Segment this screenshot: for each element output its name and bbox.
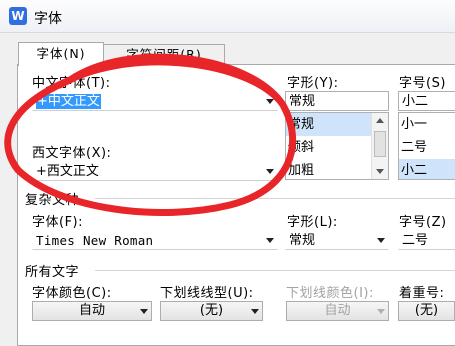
all-text-section-label: 所有文字 — [25, 265, 80, 280]
complex-size-value: 二号 — [402, 233, 429, 248]
tab-font[interactable]: 字体(N) — [18, 42, 104, 66]
scroll-down-icon[interactable] — [376, 169, 384, 174]
chevron-down-icon — [251, 309, 259, 314]
size-option[interactable]: 二号 — [399, 136, 455, 159]
underline-color-label: 下划线颜色(I): — [286, 286, 374, 301]
font-color-label: 字体颜色(C): — [32, 286, 112, 301]
section-divider — [95, 270, 455, 271]
complex-font-value: Times New Roman — [36, 233, 154, 248]
chevron-down-icon — [266, 238, 274, 243]
scroll-up-icon[interactable] — [376, 118, 384, 123]
complex-size-label: 字号(Z) — [399, 215, 447, 230]
western-font-label: 西文字体(X): — [32, 146, 112, 161]
style-input[interactable]: 常规 — [285, 91, 389, 111]
underline-style-value: (无) — [199, 303, 224, 318]
scroll-thumb[interactable] — [374, 131, 386, 157]
size-value: 小二 — [402, 94, 429, 109]
size-input[interactable]: 小二 — [398, 91, 455, 111]
western-font-value: +西文正文 — [36, 164, 99, 179]
complex-size-select[interactable]: 二号 — [398, 230, 455, 250]
chevron-down-icon — [377, 309, 385, 314]
complex-style-label: 字形(L): — [287, 215, 338, 230]
size-list[interactable]: 小一 二号 小二 — [398, 112, 455, 180]
style-value: 常规 — [289, 94, 316, 109]
section-divider — [95, 198, 455, 199]
chevron-down-icon — [140, 309, 148, 314]
font-color-value: 自动 — [78, 303, 105, 318]
tab-char-spacing[interactable]: 字符间距(R) — [103, 44, 225, 65]
underline-color-button: 自动 — [286, 301, 389, 321]
western-font-select[interactable]: +西文正文 — [32, 161, 278, 181]
emphasis-button[interactable]: (无) — [398, 301, 455, 321]
emphasis-label: 着重号: — [399, 286, 445, 301]
size-label: 字号(S) — [399, 76, 446, 91]
title-bar — [0, 0, 455, 33]
complex-font-select[interactable]: Times New Roman — [32, 230, 278, 250]
complex-section-label: 复杂文种 — [25, 193, 80, 208]
style-list[interactable]: 常规 倾斜 加粗 — [285, 112, 389, 180]
chinese-font-label: 中文字体(T): — [32, 76, 111, 91]
style-label: 字形(Y): — [287, 76, 339, 91]
wps-logo-icon: W — [9, 7, 27, 25]
size-option[interactable]: 小一 — [399, 113, 455, 136]
underline-color-value: 自动 — [324, 303, 351, 318]
emphasis-value: (无) — [414, 303, 439, 318]
chevron-down-icon — [377, 238, 385, 243]
underline-style-label: 下划线线型(U): — [160, 286, 254, 301]
complex-style-value: 常规 — [289, 233, 316, 248]
underline-style-button[interactable]: (无) — [160, 301, 263, 321]
chinese-font-value: +中文正文 — [36, 94, 101, 109]
chevron-down-icon — [266, 99, 274, 104]
style-scrollbar[interactable] — [371, 113, 388, 179]
size-option[interactable]: 小二 — [399, 159, 455, 179]
complex-font-label: 字体(F): — [32, 215, 84, 230]
chinese-font-select[interactable]: +中文正文 — [32, 91, 278, 111]
window-title: 字体 — [34, 11, 62, 27]
chevron-down-icon — [266, 169, 274, 174]
font-color-button[interactable]: 自动 — [32, 301, 152, 321]
complex-style-select[interactable]: 常规 — [285, 230, 389, 250]
